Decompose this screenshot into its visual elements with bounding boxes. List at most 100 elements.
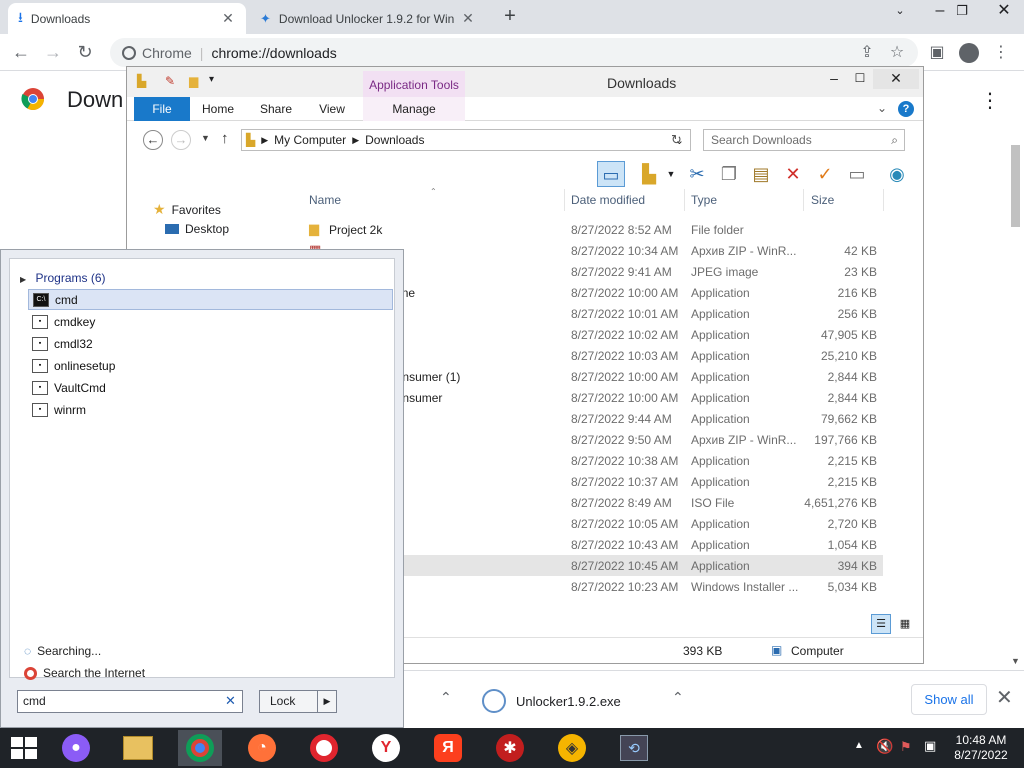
download-item[interactable]: Unlocker1.9.2.exe [482, 683, 621, 719]
copy-icon[interactable]: ❐ [715, 161, 743, 187]
nav-desktop[interactable]: Desktop [165, 222, 229, 236]
new-folder-icon[interactable]: ▆ [189, 74, 198, 88]
download-options-chevron-icon[interactable]: ⌃ [672, 689, 684, 706]
start-search-input[interactable]: cmd [17, 690, 243, 713]
explorer-address-bar[interactable]: ▙ ▶ My Computer ▶ Downloads ⌄ [241, 129, 691, 151]
refresh-icon[interactable]: ↻ [671, 132, 682, 148]
shelf-chevron-icon[interactable]: ⌃ [440, 689, 452, 706]
back-icon[interactable]: ← [8, 40, 34, 66]
reload-icon[interactable]: ↻ [72, 40, 98, 66]
tab-search-icon[interactable]: ⌄ [880, 0, 920, 30]
ribbon-tab-home[interactable]: Home [197, 97, 239, 121]
column-date-modified[interactable]: Date modified [571, 193, 645, 207]
file-date: 8/27/2022 10:38 AM [571, 454, 679, 468]
ribbon-tab-file[interactable]: File [134, 97, 190, 121]
expand-ribbon-icon[interactable]: ⌄ [877, 101, 887, 115]
power-options-arrow-icon[interactable]: ▶ [317, 691, 336, 712]
bookmark-star-icon[interactable]: ☆ [884, 40, 910, 66]
properties-icon[interactable]: ✎ [165, 74, 175, 88]
ribbon-tab-manage[interactable]: Manage [363, 97, 465, 121]
selection-size: 393 KB [683, 644, 723, 658]
program-item-cmd[interactable]: C:\ cmd [28, 289, 393, 310]
program-item-cmdl32[interactable]: ▪ cmdl32 [28, 333, 393, 354]
profile-avatar-icon[interactable] [956, 40, 982, 66]
globe-icon[interactable]: ◉ [883, 161, 911, 187]
alice-assistant-icon[interactable]: ● [54, 730, 98, 766]
clear-search-icon[interactable]: ✕ [225, 693, 236, 709]
column-divider[interactable] [684, 189, 685, 211]
checkmark-icon[interactable]: ✓ [811, 161, 839, 187]
up-folder-icon[interactable]: ↑ [221, 130, 229, 147]
scroll-down-arrow-icon[interactable]: ▼ [1011, 656, 1020, 666]
customize-qat-icon[interactable]: ▾ [209, 74, 214, 85]
program-item-winrm[interactable]: ▪ winrm [28, 399, 393, 420]
delete-icon[interactable]: ✕ [779, 161, 807, 187]
file-date: 8/27/2022 9:41 AM [571, 265, 672, 279]
breadcrumb-my-computer[interactable]: My Computer [274, 133, 346, 147]
column-divider[interactable] [883, 189, 884, 211]
close-window-icon[interactable]: ✕ [873, 69, 919, 89]
restore-icon[interactable]: ❐ [942, 0, 982, 30]
yandex-browser-icon[interactable]: Y [364, 730, 408, 766]
rename-icon[interactable]: ▭ [843, 161, 871, 187]
chrome-taskbar-icon[interactable] [178, 730, 222, 766]
address-bar[interactable]: Chrome | chrome://downloads [110, 38, 918, 67]
ribbon-tab-view[interactable]: View [311, 97, 353, 121]
column-divider[interactable] [803, 189, 804, 211]
file-explorer-taskbar-icon[interactable] [116, 730, 160, 766]
taskbar-clock[interactable]: 10:48 AM 8/27/2022 [950, 733, 1012, 763]
page-menu-icon[interactable]: ⋮ [980, 88, 1000, 113]
close-shelf-icon[interactable]: ✕ [996, 685, 1013, 710]
breadcrumb-downloads[interactable]: Downloads [365, 133, 424, 147]
opera-icon[interactable] [302, 730, 346, 766]
remote-desktop-icon[interactable]: ⟲ [612, 730, 656, 766]
tab-downloads[interactable]: ⭳ Downloads ✕ [8, 3, 246, 34]
ribbon-tab-share[interactable]: Share [255, 97, 297, 121]
program-item-vaultcmd[interactable]: ▪ VaultCmd [28, 377, 393, 398]
column-divider[interactable] [564, 189, 565, 211]
preview-pane-icon[interactable]: ▭ [597, 161, 625, 187]
details-view-icon[interactable]: ☰ [871, 614, 891, 634]
explorer-search-input[interactable]: Search Downloads ⌕ [703, 129, 905, 151]
program-item-cmdkey[interactable]: ▪ cmdkey [28, 311, 393, 332]
help-icon[interactable]: ? [898, 101, 914, 117]
close-tab-icon[interactable]: ✕ [460, 10, 476, 27]
firefox-icon[interactable]: ◔ [240, 730, 284, 766]
cut-icon[interactable]: ✂ [683, 161, 711, 187]
paste-icon[interactable]: ▤ [747, 161, 775, 187]
security-app-icon[interactable]: ✱ [488, 730, 532, 766]
vpn-shield-icon[interactable]: ◈ [550, 730, 594, 766]
scrollbar-thumb[interactable] [1011, 145, 1020, 227]
column-size[interactable]: Size [811, 193, 834, 207]
side-panel-icon[interactable]: ▣ [924, 40, 950, 66]
large-icons-view-icon[interactable]: ▦ [895, 614, 915, 634]
search-internet-link[interactable]: Search the Internet [24, 666, 145, 680]
action-center-icon[interactable]: ⚑ [900, 739, 912, 755]
volume-muted-icon[interactable]: 🔇 [876, 738, 893, 755]
chrome-menu-icon[interactable]: ⋮ [988, 40, 1014, 66]
column-name[interactable]: Name [309, 193, 341, 207]
program-item-onlinesetup[interactable]: ▪ onlinesetup [28, 355, 393, 376]
show-hidden-icons-icon[interactable]: ▲ [854, 740, 864, 751]
network-icon[interactable]: ▣ [924, 738, 936, 754]
new-tab-button[interactable]: + [498, 5, 522, 29]
yandex-icon[interactable]: Я [426, 730, 470, 766]
back-icon[interactable]: ← [143, 130, 163, 150]
tab-unlocker[interactable]: ✦ Download Unlocker 1.9.2 for Win ✕ [250, 3, 486, 34]
show-all-button[interactable]: Show all [911, 684, 987, 715]
breadcrumb-chevron-icon[interactable]: ▶ [352, 135, 359, 146]
dropdown-icon[interactable]: ▼ [657, 161, 685, 187]
maximize-icon[interactable]: ☐ [843, 69, 877, 89]
nav-favorites[interactable]: ★ Favorites [153, 201, 221, 218]
programs-header[interactable]: ▶ Programs (6) [20, 271, 106, 285]
column-type[interactable]: Type [691, 193, 717, 207]
forward-icon[interactable]: → [171, 130, 191, 150]
close-tab-icon[interactable]: ✕ [220, 10, 236, 27]
share-icon[interactable]: ⇪ [854, 40, 880, 66]
close-window-icon[interactable]: ✕ [984, 0, 1024, 30]
start-button[interactable] [2, 730, 46, 766]
recent-locations-icon[interactable]: ▼ [201, 133, 210, 143]
breadcrumb-chevron-icon[interactable]: ▶ [261, 135, 268, 146]
forward-icon[interactable]: → [40, 40, 66, 66]
file-row[interactable]: ▆ Project 2k 8/27/2022 8:52 AM File folder [299, 219, 883, 240]
